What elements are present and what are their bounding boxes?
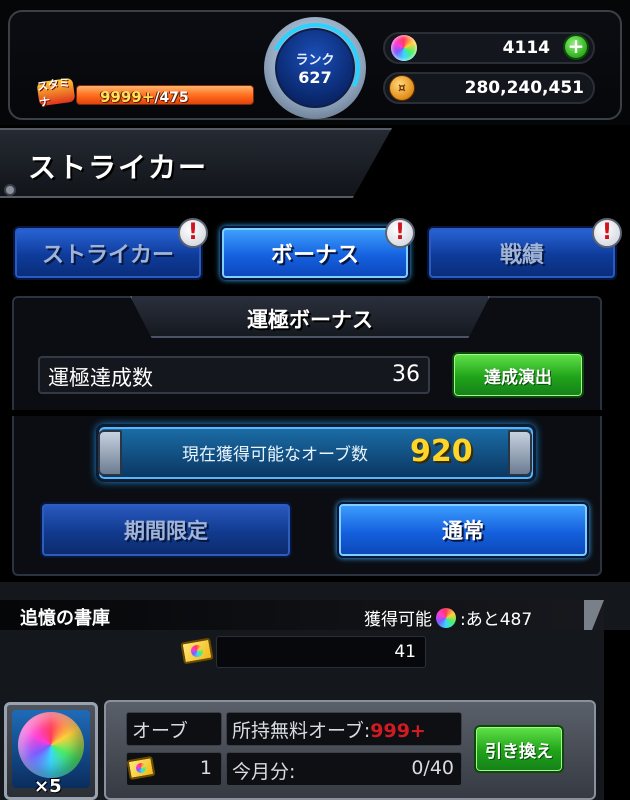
orb-multiplier: ×5	[34, 776, 62, 797]
edge-mask	[604, 630, 630, 800]
obtainable-orbs-label: 現在獲得可能なオーブ数	[182, 445, 368, 465]
monthly-label: 今月分:	[232, 761, 296, 783]
gold-count: 280,240,451	[464, 78, 584, 98]
rank-label: ランク	[295, 53, 335, 68]
tab-bonus-label: ボーナス	[270, 243, 359, 268]
panel-title: 運極ボーナス	[247, 308, 373, 332]
mode-limited-label: 期間限定	[124, 519, 208, 543]
bar-left-cap	[98, 430, 122, 476]
monthly-value: 0/40	[411, 757, 454, 779]
achievement-show-button[interactable]: 達成演出	[452, 352, 584, 398]
free-orbs-label: 所持無料オーブ:	[232, 720, 371, 742]
orb-icon	[436, 607, 456, 628]
free-orbs-value: 999+	[370, 720, 426, 742]
memory-library-title: 追憶の書庫	[20, 608, 110, 629]
orb-label: オーブ	[132, 720, 188, 742]
page-title: ストライカー	[28, 151, 209, 184]
stamina-current: 9999+	[100, 88, 155, 106]
exchange-button[interactable]: 引き換え	[474, 725, 564, 773]
achievement-label: 運極達成数	[48, 366, 153, 390]
free-orbs-row: 所持無料オーブ:999+	[232, 716, 458, 743]
stamina-value: 9999+/475	[100, 88, 189, 106]
achievement-show-button-label: 達成演出	[484, 367, 552, 388]
tab-striker-label: ストライカー	[41, 243, 174, 268]
stamina-icon: スタミナ	[36, 76, 76, 109]
bolt-decoration-icon	[4, 184, 16, 196]
achievement-value: 36	[392, 362, 420, 387]
mode-normal-label: 通常	[442, 519, 484, 543]
orb-icon	[391, 35, 417, 61]
buy-orbs-plus-icon[interactable]: +	[563, 34, 589, 60]
gold-coin-icon: ¤	[389, 75, 415, 101]
mode-normal-button[interactable]: 通常	[337, 502, 589, 558]
rank-badge-inner: ランク 627	[275, 28, 355, 108]
bar-right-cap	[508, 430, 532, 476]
stamina-max: /475	[154, 90, 189, 106]
ticket-count-small: 1	[199, 757, 212, 779]
tab-bonus[interactable]: ボーナス	[220, 226, 410, 280]
section-divider	[0, 410, 630, 416]
tab-record-alert-icon: !	[592, 218, 622, 248]
tab-bonus-alert-icon: !	[385, 218, 415, 248]
orb-count: 4114	[502, 38, 550, 58]
remaining-value: :あと487	[460, 610, 533, 630]
exchange-button-label: 引き換え	[485, 741, 553, 762]
rank-value: 627	[298, 68, 332, 87]
tab-record-label: 戦績	[499, 243, 544, 268]
ticket-count: 41	[394, 642, 416, 662]
tab-striker[interactable]: ストライカー	[13, 226, 203, 280]
orb-icon	[18, 712, 84, 778]
obtainable-remaining: 獲得可能 :あと487	[364, 605, 532, 630]
tab-striker-alert-icon: !	[178, 218, 208, 248]
obtainable-label: 獲得可能	[364, 610, 432, 630]
mode-limited-button[interactable]: 期間限定	[40, 502, 292, 558]
obtainable-orbs-value: 920	[410, 434, 473, 469]
tab-record[interactable]: 戦績	[427, 226, 617, 280]
